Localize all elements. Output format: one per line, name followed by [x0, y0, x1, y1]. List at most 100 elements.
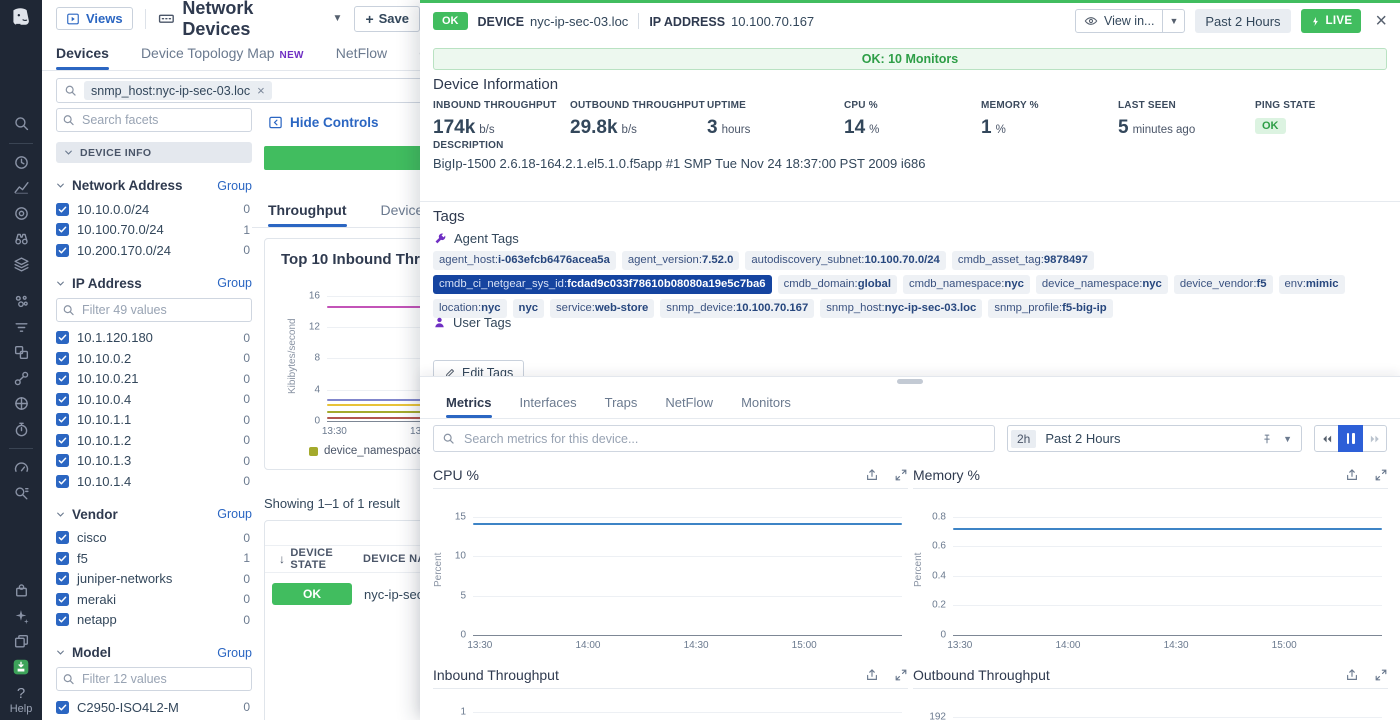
facet-item[interactable]: 10.1.120.1800	[56, 328, 252, 349]
tag-chip[interactable]: agent_host:i-063efcb6476acea5a	[433, 251, 616, 270]
live-button[interactable]: LIVE	[1301, 9, 1362, 33]
checkbox-checked-icon[interactable]	[56, 572, 69, 585]
facet-header-model[interactable]: ModelGroup	[56, 645, 252, 660]
group-link[interactable]: Group	[217, 179, 252, 193]
checkbox-checked-icon[interactable]	[56, 331, 69, 344]
tag-chip[interactable]: cmdb_namespace:nyc	[903, 275, 1030, 294]
group-link[interactable]: Group	[217, 646, 252, 660]
forward-button[interactable]	[1362, 425, 1387, 452]
checkbox-checked-icon[interactable]	[56, 475, 69, 488]
watchdog-icon[interactable]	[0, 226, 42, 252]
checkbox-checked-icon[interactable]	[56, 413, 69, 426]
fullscreen-icon[interactable]	[1374, 468, 1388, 482]
save-button[interactable]: + Save	[354, 6, 420, 32]
facet-item[interactable]: 10.10.1.10	[56, 410, 252, 431]
facet-item[interactable]: meraki0	[56, 589, 252, 610]
pause-button[interactable]	[1338, 425, 1363, 452]
rewind-button[interactable]	[1314, 425, 1339, 452]
logs-icon[interactable]	[0, 315, 42, 341]
timeframe-selector[interactable]: 2h Past 2 Hours ▼	[1007, 425, 1302, 452]
infrastructure-icon[interactable]	[0, 252, 42, 278]
integrations-icon[interactable]	[0, 578, 42, 604]
dashboards-icon[interactable]	[0, 340, 42, 366]
facet-item[interactable]: f51	[56, 548, 252, 569]
marketplace-icon[interactable]	[0, 655, 42, 681]
checkbox-checked-icon[interactable]	[56, 613, 69, 626]
metrics-search[interactable]	[433, 425, 995, 452]
tag-chip[interactable]: device_namespace:nyc	[1036, 275, 1168, 294]
facet-item[interactable]: 10.10.0.0/240	[56, 199, 252, 220]
tag-chip[interactable]: device_vendor:f5	[1174, 275, 1273, 294]
facet-item[interactable]: 10.10.1.20	[56, 430, 252, 451]
checkbox-checked-icon[interactable]	[56, 593, 69, 606]
tag-chip[interactable]: service:web-store	[550, 299, 654, 318]
tag-chip[interactable]: snmp_host:nyc-ip-sec-03.loc	[820, 299, 982, 318]
tag-chip[interactable]: cmdb_ci_netgear_sys_id:fcdad9c033f78610b…	[433, 275, 772, 294]
view-in-chevron-down-icon[interactable]: ▼	[1162, 10, 1184, 32]
checkbox-checked-icon[interactable]	[56, 531, 69, 544]
help-button[interactable]: ? Help	[0, 685, 42, 715]
export-icon[interactable]	[1345, 668, 1359, 682]
hide-controls-button[interactable]: Hide Controls	[268, 115, 379, 130]
tab-metrics[interactable]: Metrics	[446, 395, 492, 418]
checkbox-checked-icon[interactable]	[56, 223, 69, 236]
tab-devices[interactable]: Devices	[56, 45, 109, 70]
workflows-icon[interactable]	[0, 629, 42, 655]
facet-item[interactable]: C2950-ISO4L2-M0	[56, 697, 252, 718]
page-title-group[interactable]: Network Devices ▼	[158, 0, 343, 40]
tab-traps[interactable]: Traps	[605, 395, 638, 418]
checkbox-checked-icon[interactable]	[56, 434, 69, 447]
export-icon[interactable]	[1345, 468, 1359, 482]
datadog-logo[interactable]	[0, 6, 42, 32]
export-icon[interactable]	[865, 668, 879, 682]
checkbox-checked-icon[interactable]	[56, 244, 69, 257]
service-map-icon[interactable]	[0, 366, 42, 392]
tag-chip[interactable]: cmdb_asset_tag:9878497	[952, 251, 1094, 270]
facet-item[interactable]: juniper-networks0	[56, 569, 252, 590]
sparkles-icon[interactable]	[0, 604, 42, 630]
facet-item[interactable]: 10.10.0.20	[56, 348, 252, 369]
group-link[interactable]: Group	[217, 507, 252, 521]
checkbox-checked-icon[interactable]	[56, 701, 69, 714]
audit-icon[interactable]	[0, 481, 42, 507]
metrics-search-input[interactable]	[462, 431, 986, 447]
tag-chip[interactable]: autodiscovery_subnet:10.100.70.0/24	[745, 251, 945, 270]
memory-plot[interactable]: 00.20.40.60.813:3014:0014:3015:00	[953, 505, 1382, 635]
export-icon[interactable]	[865, 468, 879, 482]
facet-item[interactable]: 10.10.0.40	[56, 389, 252, 410]
tab-netflow[interactable]: NetFlow	[336, 45, 387, 70]
tag-chip[interactable]: snmp_device:10.100.70.167	[660, 299, 814, 318]
tab-device-topology-map[interactable]: Device Topology MapNEW	[141, 45, 304, 70]
facet-item[interactable]: 10.10.1.40	[56, 471, 252, 492]
gauge-icon[interactable]	[0, 455, 42, 481]
remove-filter-icon[interactable]: ×	[257, 83, 265, 98]
facet-item[interactable]: 10.100.70.0/241	[56, 220, 252, 241]
series-line-memory[interactable]	[953, 528, 1382, 530]
inbound-plot[interactable]: 1	[473, 705, 902, 720]
drag-handle[interactable]	[897, 379, 923, 384]
column-device-state[interactable]: ↓ DEVICE STATE	[265, 547, 363, 571]
fullscreen-icon[interactable]	[894, 468, 908, 482]
search-icon[interactable]	[0, 111, 42, 137]
facet-item[interactable]: cisco0	[56, 528, 252, 549]
metrics-icon[interactable]	[0, 175, 42, 201]
device-info-section-header[interactable]: DEVICE INFO	[56, 142, 252, 163]
facet-item[interactable]: 10.10.0.210	[56, 369, 252, 390]
checkbox-checked-icon[interactable]	[56, 203, 69, 216]
search-filter-chip[interactable]: snmp_host:nyc-ip-sec-03.loc ×	[84, 81, 272, 100]
time-range-chip[interactable]: Past 2 Hours	[1195, 9, 1290, 33]
cpu-plot[interactable]: 05101513:3014:0014:3015:00	[473, 505, 902, 635]
facet-header-vendor[interactable]: VendorGroup	[56, 507, 252, 522]
facet-header-ip-address[interactable]: IP AddressGroup	[56, 276, 252, 291]
history-icon[interactable]	[0, 150, 42, 176]
facet-filter-input[interactable]	[56, 667, 252, 691]
facet-item[interactable]: netapp0	[56, 610, 252, 631]
checkbox-checked-icon[interactable]	[56, 552, 69, 565]
apm-icon[interactable]	[0, 201, 42, 227]
pin-icon[interactable]	[1261, 433, 1273, 445]
views-button[interactable]: Views	[56, 7, 133, 30]
tag-chip[interactable]: nyc	[513, 299, 544, 318]
fullscreen-icon[interactable]	[1374, 668, 1388, 682]
checkbox-checked-icon[interactable]	[56, 372, 69, 385]
facet-filter-input[interactable]	[56, 298, 252, 322]
